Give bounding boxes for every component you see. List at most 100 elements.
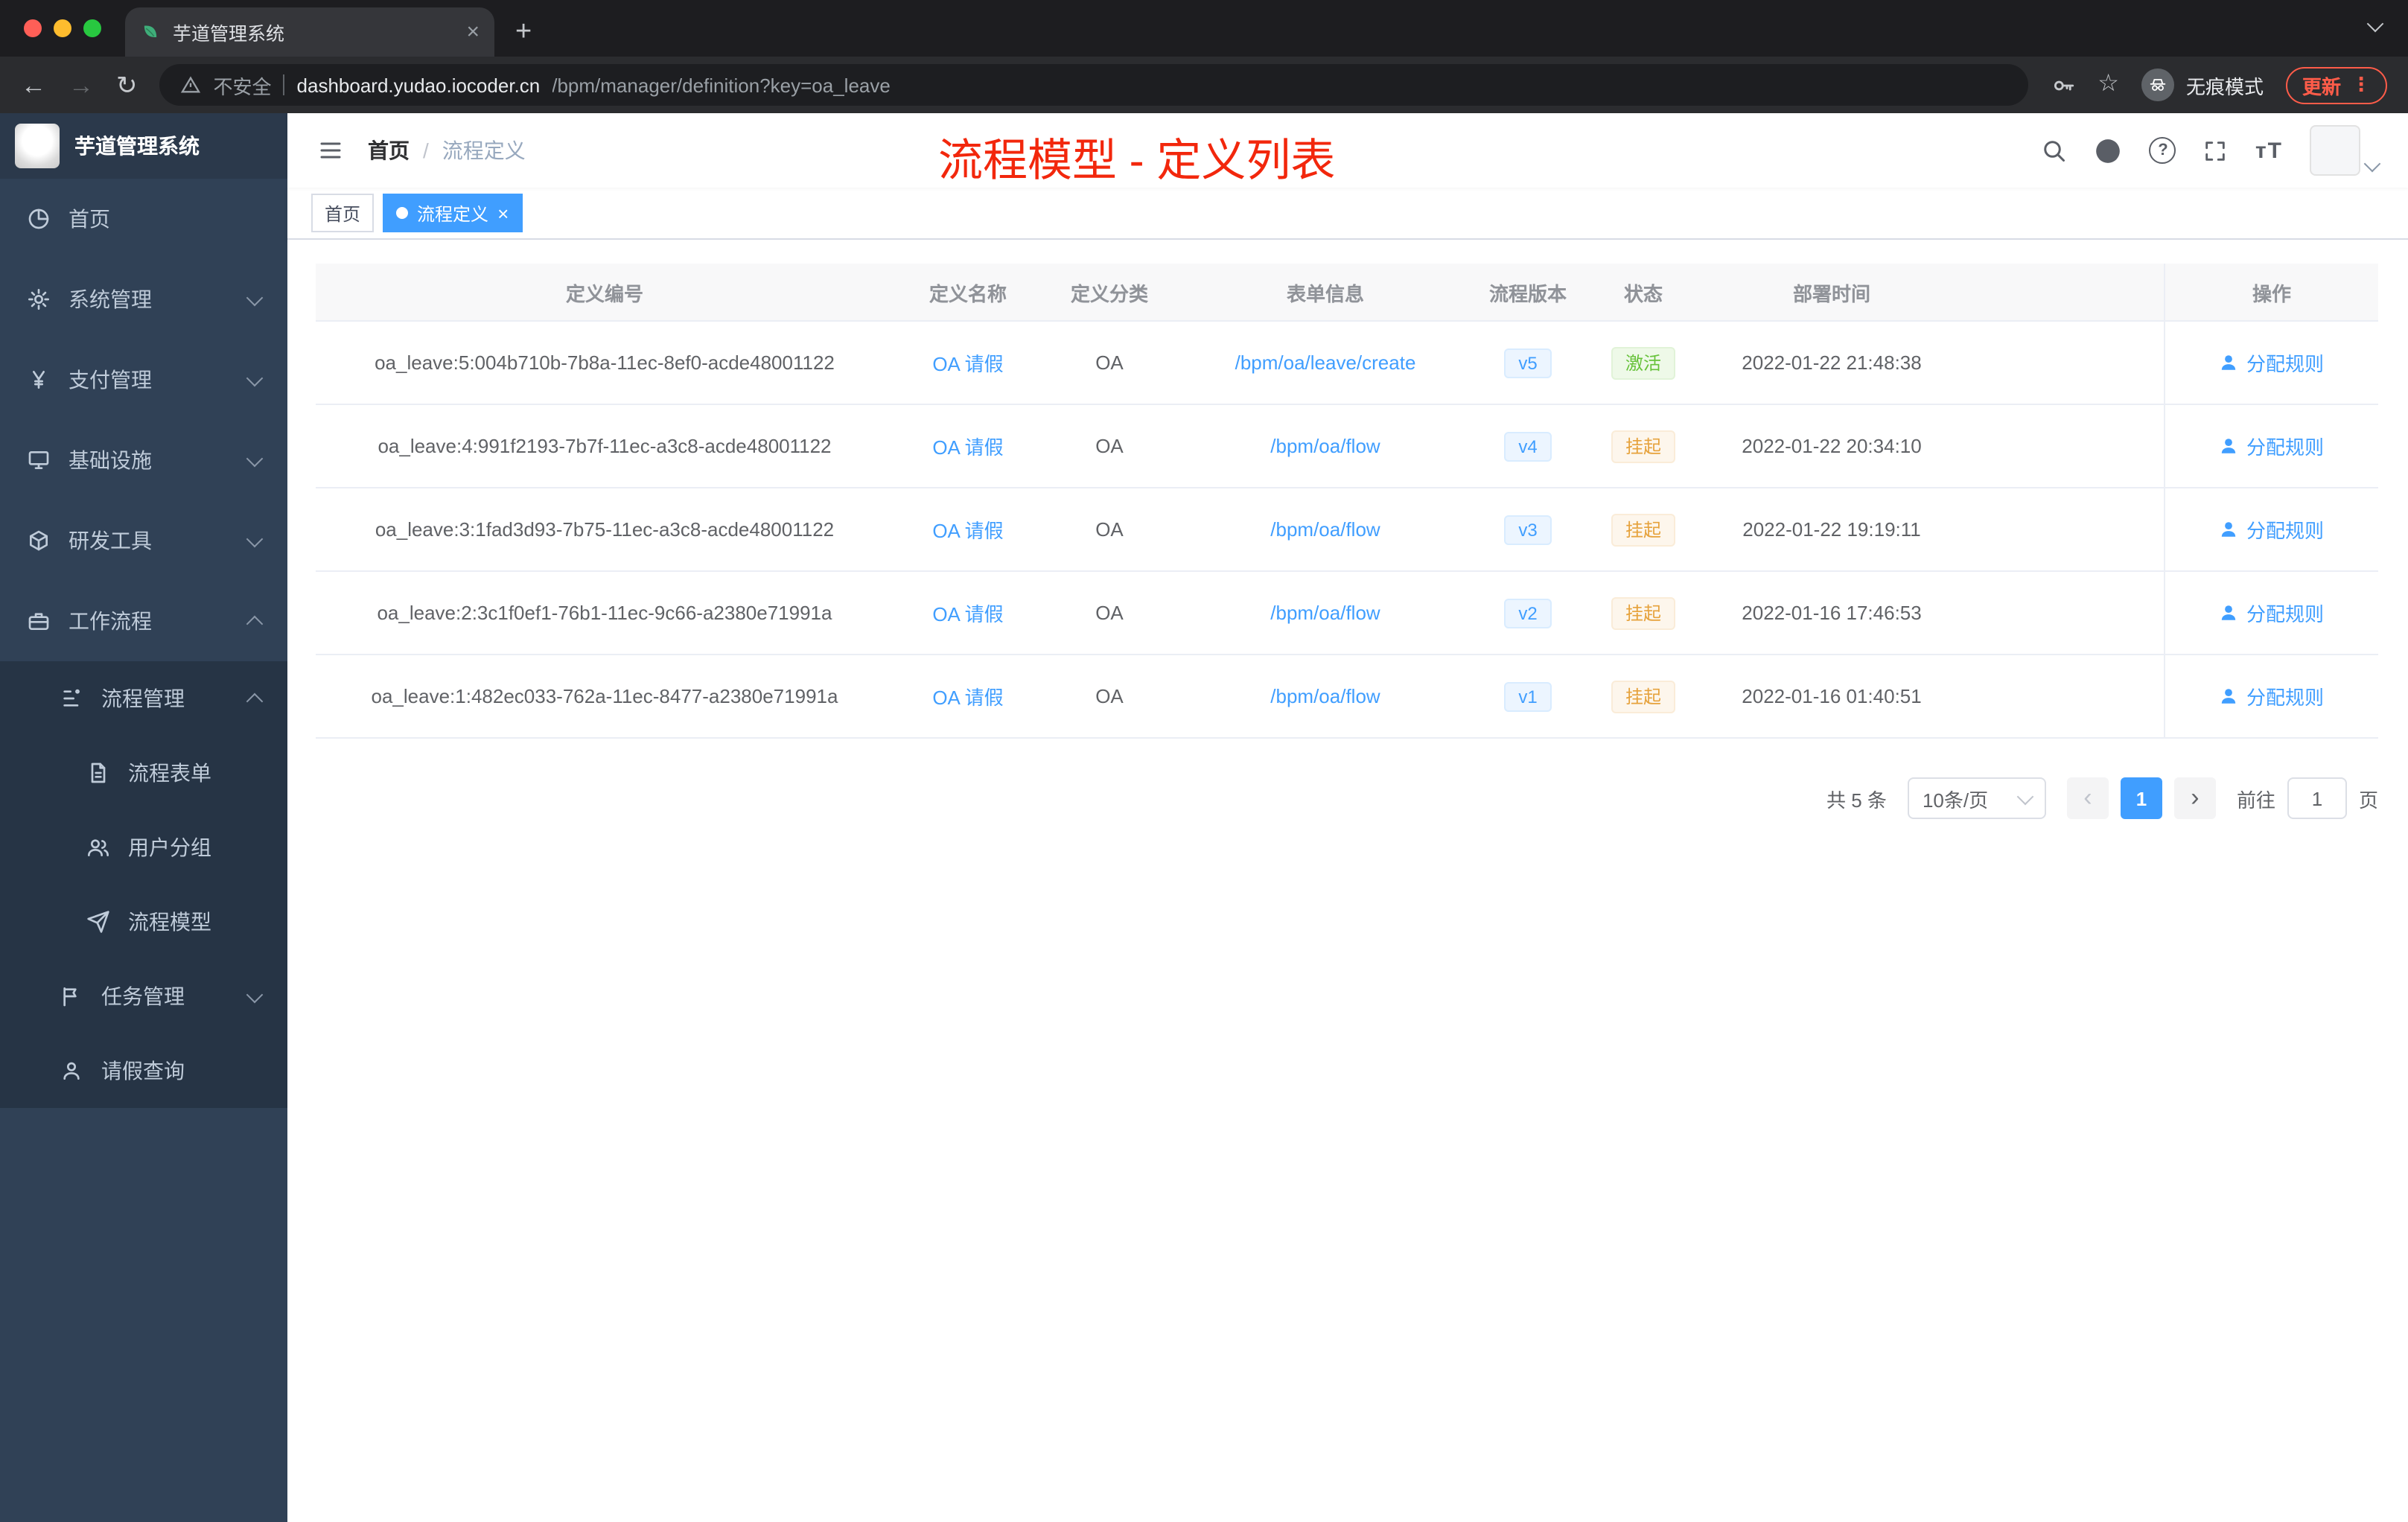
page-unit-label: 页 (2358, 789, 2378, 811)
assign-rule-link[interactable]: 分配规则 (2220, 515, 2324, 544)
breadcrumb-home[interactable]: 首页 (368, 136, 410, 165)
back-button[interactable]: ← (21, 72, 46, 98)
paper-plane-icon (87, 911, 109, 933)
tag-close-icon[interactable]: × (497, 203, 509, 223)
assign-rule-link[interactable]: 分配规则 (2220, 432, 2324, 460)
current-page-button[interactable]: 1 (2120, 777, 2162, 819)
forward-button[interactable]: → (69, 72, 94, 98)
sidebar-item-task-mgmt[interactable]: 任务管理 (0, 959, 287, 1034)
user-avatar[interactable] (2310, 125, 2381, 176)
github-icon[interactable] (2095, 136, 2123, 165)
definition-id-cell: oa_leave:2:3c1f0ef1-76b1-11ec-9c66-a2380… (377, 602, 832, 624)
minimize-window-button[interactable] (54, 19, 71, 37)
font-size-icon[interactable]: тT (2255, 138, 2283, 163)
sidebar-item-dev-tools[interactable]: 研发工具 (0, 500, 287, 581)
red-annotation-text: 流程模型 - 定义列表 (938, 137, 1336, 186)
form-info-link[interactable]: /bpm/oa/leave/create (1235, 351, 1416, 374)
definition-name-link[interactable]: OA 请假 (932, 432, 1003, 460)
app-root: 芋道管理系统 首页 系统管理 支付管理 基础设施 研发工具 工作流程 流程管理 … (0, 113, 2408, 1522)
not-secure-warning-icon (181, 76, 201, 93)
next-page-button[interactable]: › (2173, 777, 2216, 819)
sidebar-item-process-model[interactable]: 流程模型 (0, 885, 287, 959)
sidebar-item-label: 流程模型 (128, 910, 211, 934)
sidebar-item-system-mgmt[interactable]: 系统管理 (0, 259, 287, 340)
definition-name-link[interactable]: OA 请假 (932, 599, 1003, 627)
fullscreen-icon[interactable] (2203, 138, 2229, 163)
definition-name-link[interactable]: OA 请假 (932, 348, 1003, 377)
form-info-link[interactable]: /bpm/oa/flow (1270, 602, 1380, 624)
chevron-down-icon (246, 529, 264, 547)
assign-rule-link[interactable]: 分配规则 (2220, 348, 2324, 377)
sidebar-item-process-form[interactable]: 流程表单 (0, 736, 287, 810)
sidebar-item-infrastructure[interactable]: 基础设施 (0, 420, 287, 500)
deploy-time-cell: 2022-01-22 20:34:10 (1742, 435, 1922, 457)
url-path: /bpm/manager/definition?key=oa_leave (552, 74, 891, 96)
sidebar-item-user-group[interactable]: 用户分组 (0, 810, 287, 885)
assign-rule-label: 分配规则 (2246, 520, 2324, 542)
window-controls (15, 0, 110, 57)
version-badge: v4 (1503, 431, 1552, 461)
maximize-window-button[interactable] (83, 19, 101, 37)
sidebar-item-payment-mgmt[interactable]: 支付管理 (0, 340, 287, 420)
version-badge: v3 (1503, 515, 1552, 544)
chevron-down-icon (246, 985, 264, 1003)
password-key-icon[interactable] (2050, 72, 2075, 98)
column-header-version: 流程版本 (1488, 282, 1567, 305)
pagination: 共 5 条 10条/页 ‹ 1 › 前往 页 (316, 777, 2378, 819)
page-size-select[interactable]: 10条/页 (1907, 777, 2046, 819)
close-window-button[interactable] (24, 19, 42, 37)
bookmark-star-icon[interactable]: ☆ (2098, 72, 2119, 97)
tab-close-icon[interactable]: × (466, 21, 480, 43)
table-row: oa_leave:5:004b710b-7b8a-11ec-8ef0-acde4… (316, 322, 2378, 405)
deploy-time-cell: 2022-01-16 17:46:53 (1742, 602, 1922, 624)
gear-icon (28, 289, 49, 310)
goto-page-input[interactable] (2287, 777, 2347, 819)
form-info-link[interactable]: /bpm/oa/flow (1270, 685, 1380, 707)
app-header: 首页 / 流程定义 流程模型 - 定义列表 ? тT (287, 113, 2408, 188)
tab-search-button[interactable] (2366, 10, 2384, 37)
column-header-category: 定义分类 (1070, 282, 1148, 305)
status-badge: 挂起 (1611, 513, 1675, 546)
table-row: oa_leave:2:3c1f0ef1-76b1-11ec-9c66-a2380… (316, 572, 2378, 655)
sidebar-item-leave-query[interactable]: 请假查询 (0, 1034, 287, 1108)
sidebar-item-label: 任务管理 (101, 984, 185, 1008)
help-icon[interactable]: ? (2149, 137, 2176, 164)
form-info-link[interactable]: /bpm/oa/flow (1270, 435, 1380, 457)
definition-name-link[interactable]: OA 请假 (932, 682, 1003, 710)
category-cell: OA (1095, 518, 1124, 541)
deploy-time-cell: 2022-01-22 19:19:11 (1742, 518, 1921, 541)
table-header-row: 定义编号 定义名称 定义分类 表单信息 流程版本 状态 部署时间 操作 (316, 264, 2378, 322)
tag-label: 首页 (325, 203, 361, 224)
sidebar-item-workflow[interactable]: 工作流程 (0, 581, 287, 661)
page-buttons: ‹ 1 › (2066, 777, 2216, 819)
new-tab-button[interactable]: + (515, 18, 532, 46)
tag-home[interactable]: 首页 (311, 194, 375, 232)
sidebar-item-label: 流程管理 (101, 687, 185, 710)
table-row: oa_leave:3:1fad3d93-7b75-11ec-a3c8-acde4… (316, 488, 2378, 572)
logo-title: 芋道管理系统 (74, 134, 200, 158)
box-icon (30, 530, 48, 551)
tag-process-definition[interactable]: 流程定义 × (383, 194, 523, 232)
form-info-link[interactable]: /bpm/oa/flow (1270, 518, 1380, 541)
assign-rule-link[interactable]: 分配规则 (2220, 682, 2324, 710)
total-count-label: 共 5 条 (1826, 789, 1887, 811)
search-icon[interactable] (2041, 137, 2068, 164)
browser-menu-icon[interactable]: ⋮ (2351, 73, 2371, 97)
browser-tab[interactable]: 芋道管理系统 × (125, 7, 494, 57)
user-icon (2222, 689, 2237, 704)
prev-page-button[interactable]: ‹ (2066, 777, 2109, 819)
spacer-cell (1958, 322, 2164, 404)
assign-rule-link[interactable]: 分配规则 (2220, 599, 2324, 627)
collapse-sidebar-icon[interactable] (317, 137, 344, 164)
breadcrumb: 首页 / 流程定义 (368, 136, 526, 165)
definition-name-link[interactable]: OA 请假 (932, 515, 1003, 544)
reload-button[interactable]: ↻ (116, 72, 138, 98)
address-bar[interactable]: 不安全 dashboard.yudao.iocoder.cn /bpm/mana… (159, 64, 2028, 106)
user-icon (2222, 439, 2237, 453)
sidebar-item-home[interactable]: 首页 (0, 179, 287, 259)
chrome-update-button[interactable]: 更新 ⋮ (2285, 66, 2387, 104)
definition-table: 定义编号 定义名称 定义分类 表单信息 流程版本 状态 部署时间 操作 oa_l… (316, 264, 2378, 739)
sidebar-item-process-mgmt[interactable]: 流程管理 (0, 661, 287, 736)
avatar-image (2310, 125, 2360, 176)
breadcrumb-separator: / (423, 138, 429, 162)
